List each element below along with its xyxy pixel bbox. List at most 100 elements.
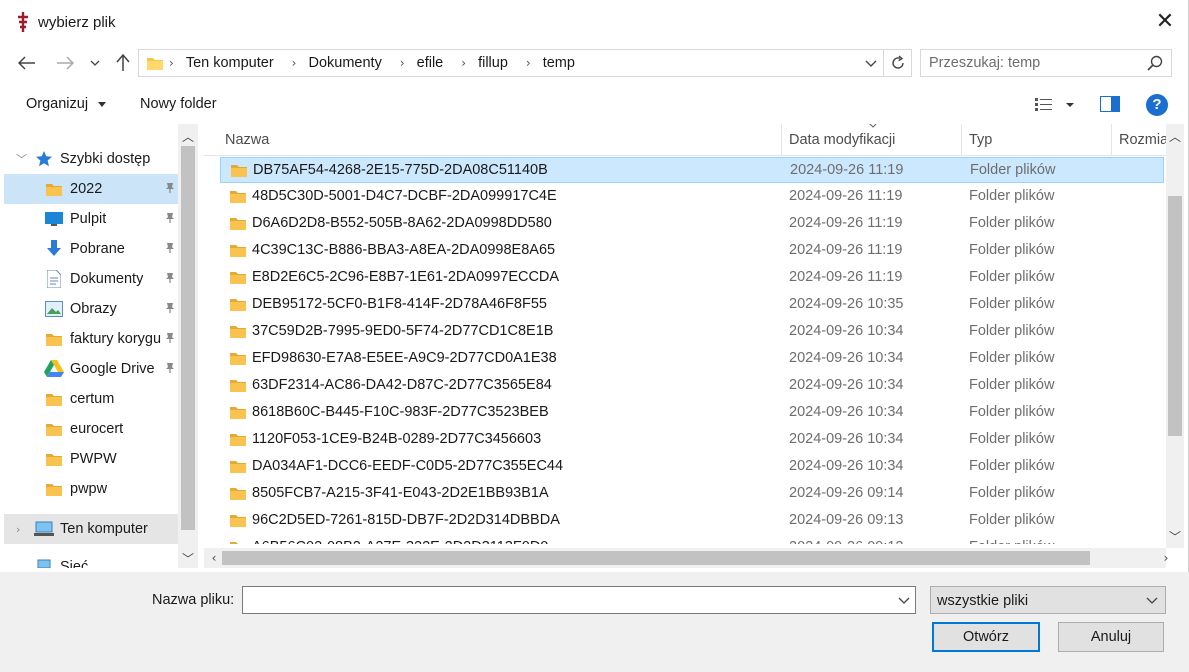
sidebar-item-network[interactable]: Sieć (4, 552, 180, 568)
scrollbar-thumb[interactable] (222, 551, 1090, 565)
preview-pane-icon[interactable] (1100, 96, 1120, 112)
file-type-filter[interactable]: wszystkie pliki (930, 586, 1166, 614)
column-header-date[interactable]: Data modyfikacji (789, 132, 895, 148)
sidebar-item-quick-access[interactable]: ﹀ Szybki dostęp (4, 144, 180, 174)
file-type: Folder plików (969, 404, 1055, 420)
table-row[interactable]: 1120F053-1CE9-B24B-0289-2D77C3456603 2024… (220, 427, 1164, 453)
sidebar-item-certum[interactable]: certum (4, 384, 180, 414)
file-date: 2024-09-26 09:12 (789, 539, 904, 544)
sidebar-item-obrazy[interactable]: Obrazy (4, 294, 180, 324)
column-header-type[interactable]: Typ (969, 132, 992, 148)
breadcrumb-item[interactable]: efile (417, 55, 444, 71)
file-list[interactable]: Nazwa Data modyfikacji Typ Rozmiar DB75A… (204, 124, 1168, 544)
chevron-right-icon[interactable]: › (526, 56, 531, 70)
close-icon[interactable]: ✕ (1152, 8, 1178, 36)
breadcrumb-item[interactable]: fillup (478, 55, 508, 71)
file-name: DB75AF54-4268-2E15-775D-2DA08C51140B (253, 162, 548, 178)
command-bar: Organizuj Nowy folder ? (0, 86, 1189, 124)
folder-icon (44, 180, 64, 198)
folder-icon (231, 163, 247, 181)
file-list-scrollbar[interactable]: ︿ ﹀ (1166, 124, 1184, 548)
sidebar-item-label: Pobrane (70, 241, 125, 257)
title-bar: wybierz plik ✕ (0, 0, 1189, 44)
sidebar-item-label: 2022 (70, 181, 103, 197)
table-row[interactable]: DEB95172-5CF0-B1F8-414F-2D78A46F8F55 2024… (220, 292, 1164, 318)
table-row[interactable]: 8618B60C-B445-F10C-983F-2D77C3523BEB 2024… (220, 400, 1164, 426)
file-open-dialog: wybierz plik ✕ › Ten komputer › Dokumenty › e… (0, 0, 1189, 672)
breadcrumb-item[interactable]: Ten komputer (186, 55, 274, 71)
pin-icon (164, 272, 176, 288)
filename-input[interactable] (249, 591, 889, 609)
back-arrow-icon[interactable] (14, 50, 40, 76)
file-name: 8618B60C-B445-F10C-983F-2D77C3523BEB (252, 404, 549, 420)
chevron-right-icon[interactable]: › (169, 56, 174, 70)
sidebar-item-dokumenty[interactable]: Dokumenty (4, 264, 180, 294)
scrollbar-thumb[interactable] (181, 146, 195, 530)
table-row[interactable]: 4C39C13C-B886-BBA3-A8EA-2DA0998E8A65 2024… (220, 238, 1164, 264)
file-type: Folder plików (969, 377, 1055, 393)
table-row[interactable]: D6A6D2D8-B552-505B-8A62-2DA0998DD580 2024… (220, 211, 1164, 237)
open-button[interactable]: Otwórz (932, 622, 1040, 652)
table-row[interactable]: 37C59D2B-7995-9ED0-5F74-2D77CD1C8E1B 2024… (220, 319, 1164, 345)
chevron-right-icon[interactable]: › (461, 56, 466, 70)
table-row[interactable]: DB75AF54-4268-2E15-775D-2DA08C51140B 2024… (220, 157, 1164, 183)
breadcrumb-item[interactable]: Dokumenty (308, 55, 381, 71)
up-arrow-icon[interactable] (110, 50, 136, 76)
table-row[interactable]: EFD98630-E7A8-E5EE-A9C9-2D77CD0A1E38 2024… (220, 346, 1164, 372)
navigation-pane[interactable]: ﹀ Szybki dostęp 2022 Pulpit Pobrane Dokumenty… (4, 124, 200, 568)
folder-icon (230, 540, 246, 544)
column-header-size[interactable]: Rozmiar (1119, 132, 1168, 148)
sidebar-item-faktury-korygu[interactable]: faktury korygu (4, 324, 180, 354)
search-box[interactable] (920, 49, 1172, 77)
chevron-right-icon[interactable]: › (292, 56, 297, 70)
scrollbar-thumb[interactable] (1168, 196, 1182, 436)
navigation-pane-scrollbar[interactable]: ︿ ﹀ (178, 124, 198, 568)
file-type: Folder plików (969, 485, 1055, 501)
scroll-down-icon[interactable]: ﹀ (1166, 528, 1184, 545)
file-date: 2024-09-26 11:19 (789, 242, 903, 258)
scroll-up-icon[interactable]: ︿ (1166, 128, 1184, 145)
file-list-horizontal-scrollbar[interactable]: ‹ › (204, 548, 1168, 568)
tree-expander-icon[interactable]: ﹀ (16, 151, 32, 167)
organize-menu-button[interactable]: Organizuj (26, 96, 107, 112)
sidebar-item-google-drive[interactable]: Google Drive (4, 354, 180, 384)
tree-expander-icon[interactable]: › (16, 523, 32, 536)
forward-arrow-icon[interactable] (52, 50, 78, 76)
search-input[interactable] (929, 54, 1139, 72)
chevron-down-icon[interactable] (897, 593, 911, 607)
chevron-right-icon[interactable]: › (400, 56, 405, 70)
sidebar-item-eurocert[interactable]: eurocert (4, 414, 180, 444)
sidebar-item-pobrane[interactable]: Pobrane (4, 234, 180, 264)
table-row[interactable]: E8D2E6C5-2C96-E8B7-1E61-2DA0997ECCDA 2024… (220, 265, 1164, 291)
table-row[interactable]: 48D5C30D-5001-D4C7-DCBF-2DA099917C4E 2024… (220, 184, 1164, 210)
breadcrumb-item[interactable]: temp (543, 55, 575, 71)
sidebar-item-2022[interactable]: 2022 (4, 174, 180, 204)
table-row[interactable]: 8505FCB7-A215-3F41-E043-2D2E1BB93B1A 2024… (220, 481, 1164, 507)
recent-locations-chevron-icon[interactable] (84, 50, 106, 76)
scroll-right-icon[interactable]: › (1156, 551, 1176, 565)
file-name: DEB95172-5CF0-B1F8-414F-2D78A46F8F55 (252, 296, 547, 312)
sidebar-item-pwpw[interactable]: PWPW (4, 444, 180, 474)
table-row[interactable]: 96C2D5ED-7261-815D-DB7F-2D2D314DBBDA 2024… (220, 508, 1164, 534)
sidebar-item-pulpit[interactable]: Pulpit (4, 204, 180, 234)
table-row[interactable]: DA034AF1-DCC6-EEDF-C0D5-2D77C355EC44 2024… (220, 454, 1164, 480)
sidebar-item-pwpw[interactable]: pwpw (4, 474, 180, 504)
scroll-down-icon[interactable]: ﹀ (178, 550, 198, 567)
search-icon[interactable] (1147, 55, 1163, 71)
scroll-up-icon[interactable]: ︿ (178, 128, 198, 145)
table-row[interactable]: A6B56C02-08B2-A27E-322E-2D2D3113F0D0 2024… (220, 535, 1164, 544)
table-row[interactable]: 63DF2314-AC86-DA42-D87C-2D77C3565E84 2024… (220, 373, 1164, 399)
cancel-button[interactable]: Anuluj (1058, 622, 1164, 652)
view-options-button[interactable] (1034, 96, 1076, 116)
address-dropdown-icon[interactable] (861, 53, 881, 73)
refresh-button[interactable] (884, 49, 912, 77)
window-title: wybierz plik (38, 14, 116, 31)
column-header-name[interactable]: Nazwa (225, 132, 269, 148)
sidebar-item-this-pc[interactable]: › Ten komputer (4, 514, 180, 544)
filename-combobox[interactable] (242, 586, 916, 614)
scroll-left-icon[interactable]: ‹ (204, 551, 224, 565)
file-name: 4C39C13C-B886-BBA3-A8EA-2DA0998E8A65 (252, 242, 556, 258)
address-bar[interactable]: › Ten komputer › Dokumenty › efile › fillup › tem… (138, 49, 884, 77)
new-folder-button[interactable]: Nowy folder (140, 96, 217, 112)
help-icon[interactable]: ? (1146, 94, 1168, 116)
